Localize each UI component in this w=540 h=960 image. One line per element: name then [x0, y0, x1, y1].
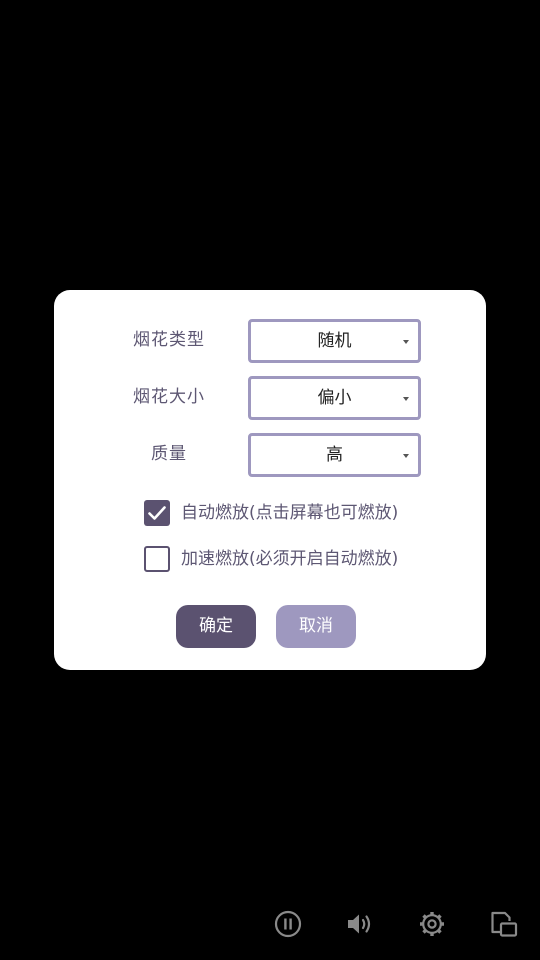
dropdown-arrow-icon	[403, 454, 409, 458]
settings-dialog: 烟花类型 随机 烟花大小 偏小 质量 高 自动燃放(点击屏幕也可燃放) 加速燃放…	[54, 290, 486, 670]
quality-label: 质量	[151, 444, 187, 464]
dropdown-arrow-icon	[403, 397, 409, 401]
pause-icon[interactable]	[272, 908, 304, 940]
firework-size-select[interactable]: 偏小	[248, 376, 421, 420]
firework-type-label: 烟花类型	[133, 330, 205, 350]
auto-launch-checkbox[interactable]	[144, 500, 170, 526]
volume-icon[interactable]	[344, 908, 376, 940]
speed-up-checkbox[interactable]	[144, 546, 170, 572]
firework-type-select[interactable]: 随机	[248, 319, 421, 363]
firework-type-value: 随机	[317, 331, 352, 351]
dropdown-arrow-icon	[403, 340, 409, 344]
firework-size-value: 偏小	[317, 388, 352, 408]
firework-size-label: 烟花大小	[133, 387, 205, 407]
settings-gear-icon[interactable]	[416, 908, 448, 940]
checkmark-icon	[148, 506, 166, 520]
quality-select[interactable]: 高	[248, 433, 421, 477]
quality-value: 高	[326, 445, 343, 465]
speed-up-label: 加速燃放(必须开启自动燃放)	[181, 549, 399, 569]
confirm-button[interactable]: 确定	[176, 605, 256, 648]
fireworks-screen[interactable]: 烟花类型 随机 烟花大小 偏小 质量 高 自动燃放(点击屏幕也可燃放) 加速燃放…	[0, 0, 540, 960]
layout-switch-icon[interactable]	[488, 908, 520, 940]
auto-launch-label: 自动燃放(点击屏幕也可燃放)	[181, 503, 399, 523]
cancel-button[interactable]: 取消	[276, 605, 356, 648]
